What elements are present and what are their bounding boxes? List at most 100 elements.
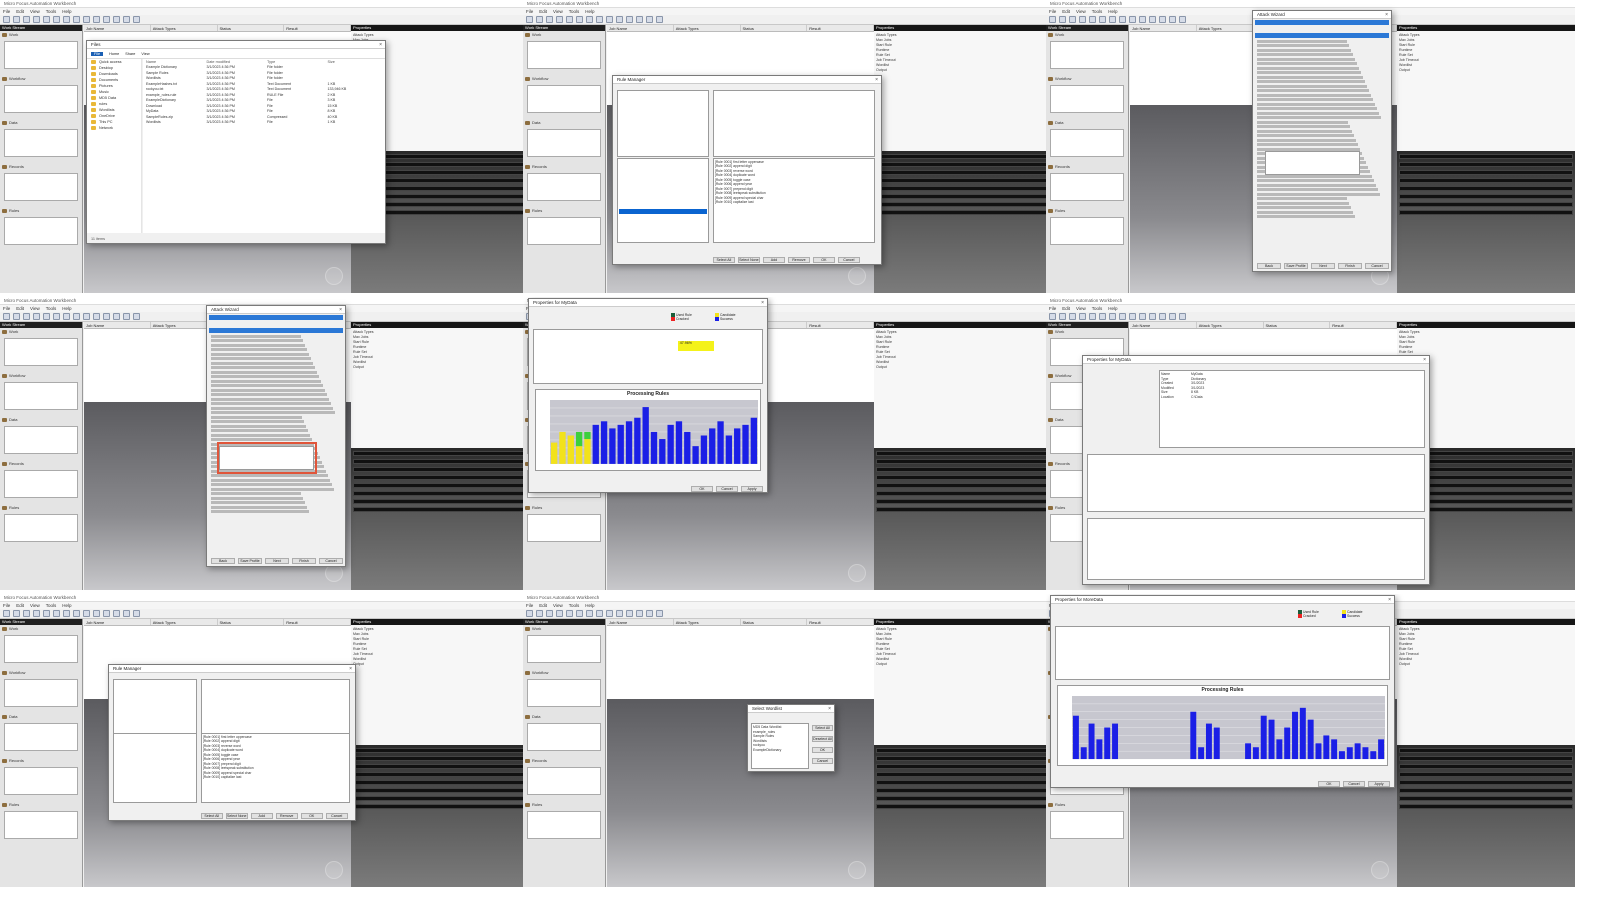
toolbar-button[interactable] (3, 16, 10, 23)
tree-item-data[interactable]: Data (523, 713, 605, 721)
close-icon[interactable]: × (1385, 11, 1388, 18)
menu-item-help[interactable]: Help (62, 306, 71, 311)
tree-item-rules[interactable]: Rules (0, 207, 82, 215)
toolbar-button[interactable] (13, 610, 20, 617)
column-header[interactable]: Attack Types (151, 25, 218, 31)
tree-item-list[interactable] (1050, 217, 1124, 245)
tree-item-list[interactable] (4, 129, 78, 157)
tree-item-list[interactable] (527, 723, 601, 751)
tree-item-data[interactable]: Data (1046, 119, 1128, 127)
toolbar-button[interactable] (43, 313, 50, 320)
toolbar-button[interactable] (626, 610, 633, 617)
column-header[interactable]: Result (807, 25, 874, 31)
toolbar-button[interactable] (3, 610, 10, 617)
column-header[interactable]: Result (1330, 322, 1397, 328)
column-header[interactable]: Job Name (84, 322, 151, 328)
tree-item-records[interactable]: Records (523, 163, 605, 171)
tree-item-list[interactable] (4, 514, 78, 542)
tree-item-list[interactable] (1050, 173, 1124, 201)
tree-item-workflow[interactable]: Workflow (0, 669, 82, 677)
rule-file-list[interactable] (617, 157, 709, 244)
toolbar-button[interactable] (43, 16, 50, 23)
toolbar-button[interactable] (596, 610, 603, 617)
dialog-button-save-profile[interactable]: Save Profile (1284, 263, 1308, 269)
toolbar-button[interactable] (566, 610, 573, 617)
column-header[interactable]: Status (741, 25, 808, 31)
tree-item-records[interactable]: Records (0, 163, 82, 171)
tree-item-list[interactable] (4, 41, 78, 69)
menu-item-edit[interactable]: Edit (1062, 306, 1070, 311)
toolbar-button[interactable] (103, 16, 110, 23)
menu-item-edit[interactable]: Edit (16, 306, 24, 311)
toolbar-button[interactable] (1059, 16, 1066, 23)
tree-item-list[interactable] (4, 382, 78, 410)
toolbar-button[interactable] (536, 16, 543, 23)
toolbar-button[interactable] (123, 16, 130, 23)
toolbar-button[interactable] (33, 16, 40, 23)
toolbar-button[interactable] (93, 16, 100, 23)
close-icon[interactable]: × (1423, 356, 1426, 363)
menu-item-view[interactable]: View (30, 306, 40, 311)
toolbar-button[interactable] (1129, 16, 1136, 23)
toolbar-button[interactable] (23, 16, 30, 23)
tree-item-rules[interactable]: Rules (0, 504, 82, 512)
dialog-button-cancel[interactable]: Cancel (716, 486, 738, 492)
toolbar-button[interactable] (83, 16, 90, 23)
dialog-button-remove[interactable]: Remove (787, 257, 810, 263)
wordlist-item[interactable]: ExampleDictionary (753, 748, 807, 753)
column-header[interactable]: Result (807, 619, 874, 625)
toolbar-button[interactable] (596, 16, 603, 23)
toolbar-button[interactable] (1059, 313, 1066, 320)
toolbar-button[interactable] (556, 610, 563, 617)
toolbar-button[interactable] (626, 16, 633, 23)
dialog-button-save-profile[interactable]: Save Profile (238, 558, 262, 564)
toolbar-button[interactable] (43, 610, 50, 617)
toolbar-button[interactable] (1169, 16, 1176, 23)
toolbar-button[interactable] (1179, 313, 1186, 320)
dialog-button-remove[interactable]: Remove (275, 813, 298, 819)
dialog-button-select-all[interactable]: Select All (200, 813, 223, 819)
tree-item-rules[interactable]: Rules (0, 801, 82, 809)
wordlist-checklist[interactable]: MD5 Data Wordlist example_rules Sample Rul… (751, 723, 809, 769)
toolbar-button[interactable] (1169, 313, 1176, 320)
dialog-button-ok[interactable]: OK (812, 257, 835, 263)
tree-item-list[interactable] (4, 426, 78, 454)
dialog-button-cancel[interactable]: Cancel (1365, 263, 1389, 269)
column-header[interactable]: Job Name (607, 619, 674, 625)
dialog-button-cancel[interactable]: Cancel (325, 813, 348, 819)
dialog-button-next[interactable]: Next (265, 558, 289, 564)
nav-item[interactable]: Network (87, 125, 141, 131)
menu-item-tools[interactable]: Tools (569, 9, 580, 14)
file-row[interactable]: Wordlists 3/1/2023 4:36 PM File 1 KB (143, 120, 385, 126)
menu-item-tools[interactable]: Tools (1092, 9, 1103, 14)
toolbar-button[interactable] (606, 16, 613, 23)
tree-item-rules[interactable]: Rules (1046, 207, 1128, 215)
toolbar-button[interactable] (93, 313, 100, 320)
toolbar-button[interactable] (556, 16, 563, 23)
tree-item-list[interactable] (4, 470, 78, 498)
menu-item-file[interactable]: File (1049, 306, 1056, 311)
tree-item-work[interactable]: Work (1046, 328, 1128, 336)
tree-item-list[interactable] (527, 767, 601, 795)
toolbar-button[interactable] (1139, 16, 1146, 23)
toolbar-button[interactable] (656, 16, 663, 23)
toolbar-button[interactable] (103, 313, 110, 320)
menu-item-tools[interactable]: Tools (569, 603, 580, 608)
tree-item-rules[interactable]: Rules (523, 504, 605, 512)
toolbar-button[interactable] (1069, 313, 1076, 320)
toolbar-button[interactable] (646, 16, 653, 23)
toolbar-button[interactable] (1179, 16, 1186, 23)
dialog-button-cancel[interactable]: Cancel (319, 558, 343, 564)
dialog-button-select-all[interactable]: Select All (712, 257, 735, 263)
options-list[interactable] (200, 679, 350, 734)
menu-item-file[interactable]: File (1049, 9, 1056, 14)
toolbar-button[interactable] (13, 16, 20, 23)
dialog-button-select-none[interactable]: Select None (737, 257, 760, 263)
tree-item-rules[interactable]: Rules (523, 207, 605, 215)
dialog-button-ok[interactable]: OK (691, 486, 713, 492)
toolbar-button[interactable] (83, 610, 90, 617)
menu-item-tools[interactable]: Tools (46, 603, 57, 608)
close-icon[interactable]: × (339, 306, 342, 313)
toolbar-button[interactable] (586, 16, 593, 23)
rule-file-item[interactable] (619, 218, 707, 223)
